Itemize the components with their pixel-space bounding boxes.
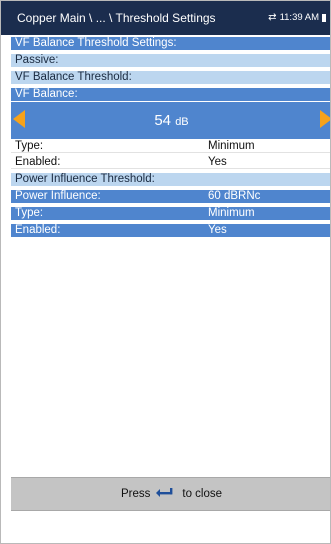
vf-balance-settings-title: VF Balance Threshold Settings:: [15, 37, 177, 49]
power-influence-label: Power Influence:: [15, 190, 101, 202]
press-text: Press: [120, 488, 151, 500]
power-type-label: Type:: [15, 207, 44, 219]
clock-text: 11:39 AM: [279, 12, 319, 23]
enter-key-icon: [155, 487, 177, 501]
vf-balance-value-editor[interactable]: 54 dB: [11, 102, 330, 139]
power-enabled-row[interactable]: Enabled: Yes: [11, 224, 330, 237]
vf-enabled-row[interactable]: Enabled: Yes: [11, 156, 330, 169]
power-influence-row[interactable]: Power Influence: 60 dBRNc: [11, 190, 330, 203]
vf-enabled-value: Yes: [208, 156, 227, 168]
vf-balance-label: VF Balance:: [15, 88, 78, 100]
power-influence-value: 60 dBRNc: [208, 190, 261, 202]
vf-balance-value: 54 dB: [11, 112, 330, 129]
vf-type-row[interactable]: Type: Minimum: [11, 140, 330, 153]
increase-arrow-icon[interactable]: [320, 110, 330, 128]
power-enabled-value: Yes: [208, 224, 227, 236]
power-type-row[interactable]: Type: Minimum: [11, 207, 330, 220]
passive-row: Passive:: [11, 54, 330, 67]
vf-balance-settings-header: VF Balance Threshold Settings:: [11, 37, 330, 50]
vf-type-label: Type:: [15, 140, 44, 152]
breadcrumb[interactable]: Copper Main \ ... \ Threshold Settings: [17, 11, 216, 25]
power-influence-threshold-title: Power Influence Threshold:: [15, 173, 155, 185]
vf-balance-row[interactable]: VF Balance:: [11, 88, 330, 101]
vf-balance-threshold-header: VF Balance Threshold:: [11, 71, 330, 84]
power-influence-threshold-header: Power Influence Threshold:: [11, 173, 330, 186]
screen-frame: Copper Main \ ... \ Threshold Settings ⇄…: [0, 0, 331, 544]
power-enabled-label: Enabled:: [15, 224, 61, 236]
close-hint-bar[interactable]: Press to close: [11, 477, 330, 511]
vf-type-value: Minimum: [208, 140, 255, 152]
swap-arrows-icon: ⇄: [268, 12, 277, 23]
to-close-text: to close: [182, 488, 223, 500]
vf-enabled-label: Enabled:: [15, 156, 61, 168]
vf-balance-number: 54: [154, 112, 172, 129]
vf-balance-unit: dB: [175, 116, 189, 128]
title-bar: Copper Main \ ... \ Threshold Settings ⇄…: [1, 1, 330, 35]
passive-label: Passive:: [15, 54, 59, 66]
power-type-value: Minimum: [208, 207, 255, 219]
battery-icon: [322, 13, 326, 22]
status-area: ⇄ 11:39 AM: [268, 12, 326, 23]
vf-balance-threshold-title: VF Balance Threshold:: [15, 71, 132, 83]
